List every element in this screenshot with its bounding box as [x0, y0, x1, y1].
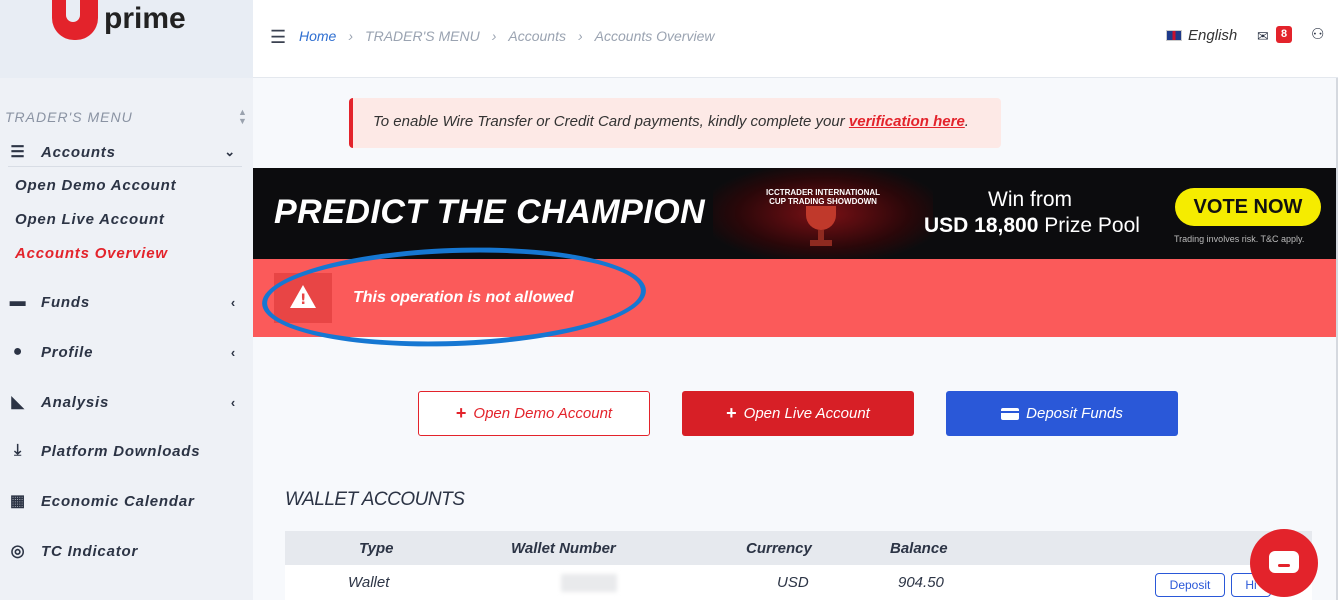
- banner-title: PREDICT THE CHAMPION: [274, 193, 706, 231]
- target-icon: ◎: [10, 543, 26, 560]
- plus-icon: +: [726, 403, 737, 423]
- top-bar: ☰ Home › TRADER'S MENU › Accounts › Acco…: [253, 0, 1338, 78]
- sidebar-item-label: TC Indicator: [41, 542, 139, 560]
- wallet-number-redacted: [561, 574, 617, 592]
- sidebar-item-label: Analysis: [41, 393, 110, 411]
- chat-button[interactable]: [1250, 529, 1318, 597]
- breadcrumb-separator: ›: [491, 28, 497, 44]
- chart-icon: ◣: [11, 394, 25, 411]
- wallet-table-header: Type Wallet Number Currency Balance: [285, 531, 1312, 565]
- button-label: Deposit Funds: [1026, 405, 1123, 422]
- cup-title: ICCTRADER INTERNATIONAL CUP TRADING SHOW…: [765, 188, 881, 206]
- sidebar-subitem-open-demo[interactable]: Open Demo Account: [15, 177, 176, 194]
- plus-icon: +: [455, 403, 467, 423]
- mail-count-badge: 8: [1276, 26, 1292, 43]
- download-icon: ⤓: [14, 442, 22, 459]
- uk-flag-icon: [1166, 30, 1182, 41]
- sidebar: prime TRADER'S MENU ▲ ▼ ☰ Accounts ⌄ Open…: [0, 0, 253, 600]
- button-label: Open Demo Account: [473, 405, 613, 422]
- logo[interactable]: prime: [0, 0, 253, 78]
- wallet-balance: 904.50: [898, 574, 944, 591]
- divider: [8, 166, 242, 167]
- open-live-account-button[interactable]: + Open Live Account: [682, 391, 914, 436]
- mail-icon[interactable]: ✉: [1257, 28, 1269, 45]
- chat-icon: [1269, 551, 1299, 573]
- prize-amount: USD 18,800: [924, 214, 1039, 237]
- trophy-icon: [806, 206, 836, 250]
- sort-arrows-icon[interactable]: ▲ ▼: [238, 108, 247, 126]
- deposit-funds-button[interactable]: Deposit Funds: [946, 391, 1178, 436]
- sidebar-item-label: Funds: [41, 293, 90, 311]
- sidebar-item-platform-downloads[interactable]: ⤓ Platform Downloads: [0, 442, 242, 460]
- list-icon: ☰: [10, 144, 26, 161]
- banner-win-line1: Win from: [988, 188, 1072, 211]
- hamburger-menu-icon[interactable]: ☰: [270, 27, 286, 48]
- row-deposit-button[interactable]: Deposit: [1155, 573, 1225, 597]
- sidebar-item-funds[interactable]: ▬ Funds ‹: [0, 293, 242, 311]
- logo-mark-icon: [52, 0, 98, 40]
- sidebar-item-label: Economic Calendar: [41, 492, 195, 510]
- wallet-type: Wallet: [348, 574, 390, 591]
- vote-now-button[interactable]: VOTE NOW: [1175, 188, 1321, 226]
- promo-banner[interactable]: PREDICT THE CHAMPION ICCTRADER INTERNATI…: [253, 168, 1338, 259]
- column-header: Type: [359, 540, 394, 557]
- breadcrumb-home[interactable]: Home: [299, 28, 336, 44]
- logo-text: prime: [104, 2, 186, 35]
- language-selector[interactable]: English: [1166, 27, 1237, 44]
- breadcrumb-accounts-overview: Accounts Overview: [594, 28, 715, 44]
- notice-text: To enable Wire Transfer or Credit Card p…: [373, 113, 849, 130]
- calendar-icon: ▦: [10, 493, 26, 510]
- sidebar-item-label: Profile: [41, 343, 94, 361]
- column-header: Wallet Number: [511, 540, 616, 557]
- chevron-down-icon: ⌄: [224, 144, 236, 159]
- verification-link[interactable]: verification here: [849, 113, 965, 130]
- wallet-icon: ▬: [9, 293, 27, 310]
- sidebar-item-analysis[interactable]: ◣ Analysis ‹: [0, 392, 242, 412]
- breadcrumb-separator: ›: [577, 28, 583, 44]
- sidebar-item-tc-indicator[interactable]: ◎ TC Indicator: [0, 541, 242, 561]
- sidebar-item-profile[interactable]: ● Profile ‹: [0, 343, 242, 361]
- language-label: English: [1188, 27, 1238, 44]
- verification-notice: To enable Wire Transfer or Credit Card p…: [349, 98, 1001, 148]
- user-account-icon[interactable]: ⚇: [1311, 25, 1324, 43]
- user-icon: ●: [12, 343, 24, 360]
- chevron-left-icon: ‹: [230, 344, 236, 360]
- button-label: Open Live Account: [743, 405, 870, 422]
- breadcrumb: Home › TRADER'S MENU › Accounts › Accoun…: [299, 28, 714, 44]
- sidebar-item-label: Platform Downloads: [41, 442, 201, 460]
- chevron-left-icon: ‹: [230, 294, 236, 310]
- sidebar-subitem-accounts-overview[interactable]: Accounts Overview: [15, 245, 168, 262]
- breadcrumb-traders-menu: TRADER'S MENU: [365, 28, 480, 44]
- credit-card-icon: [1001, 407, 1020, 420]
- menu-heading: TRADER'S MENU: [5, 109, 133, 125]
- breadcrumb-separator: ›: [348, 28, 354, 44]
- sidebar-item-label: Accounts: [41, 143, 116, 161]
- notice-end: .: [964, 113, 969, 130]
- open-demo-account-button[interactable]: + Open Demo Account: [418, 391, 650, 436]
- table-row: Wallet USD 904.50 Deposit Hi: [285, 565, 1312, 600]
- banner-disclaimer: Trading involves risk. T&C apply.: [1174, 234, 1305, 244]
- sidebar-item-accounts[interactable]: ☰ Accounts ⌄: [0, 142, 242, 162]
- chevron-left-icon: ‹: [230, 394, 236, 410]
- wallet-accounts-title: WALLET ACCOUNTS: [285, 489, 465, 510]
- column-header: Currency: [746, 540, 812, 557]
- sidebar-subitem-open-live[interactable]: Open Live Account: [15, 211, 165, 228]
- breadcrumb-accounts: Accounts: [508, 28, 566, 44]
- prize-pool-label: Prize Pool: [1038, 214, 1140, 237]
- banner-win-line2: USD 18,800 Prize Pool: [924, 214, 1140, 238]
- column-header: Balance: [890, 540, 948, 557]
- sidebar-item-economic-calendar[interactable]: ▦ Economic Calendar: [0, 491, 242, 511]
- wallet-currency: USD: [777, 574, 809, 591]
